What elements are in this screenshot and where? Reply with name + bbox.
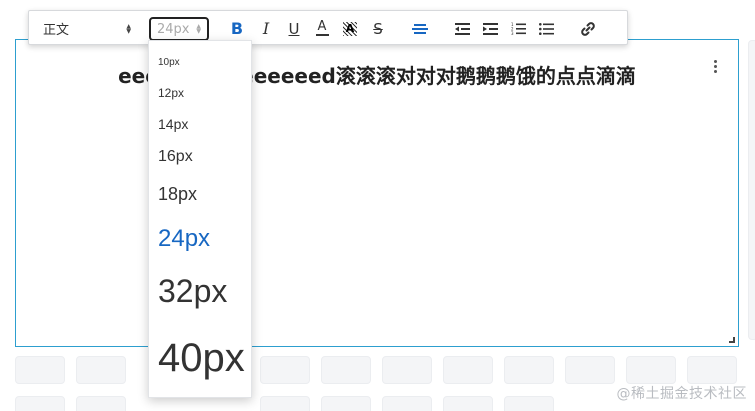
background-tile [15,356,65,384]
link-icon[interactable] [577,11,599,46]
underline-icon[interactable]: U [283,11,305,46]
background-tile [76,356,126,384]
indent-decrease-icon[interactable] [451,11,473,46]
background-tile [260,356,310,384]
background-tile [260,396,310,411]
font-size-option-18px[interactable]: 18px [158,184,197,205]
font-size-option-12px[interactable]: 12px [158,86,184,100]
editor-toolbar: 正文 ▲ ▼ 24px ▲ ▼ B I U A A S 123 [28,10,628,45]
background-tile [443,396,493,411]
background-tile [504,396,554,411]
background-tile [321,356,371,384]
select-arrows-icon: ▲ ▼ [126,22,131,35]
select-arrows-icon: ▲ ▼ [196,23,201,35]
font-size-dropdown: 10px 12px 14px 16px 18px 24px 32px 40px [148,40,252,398]
font-size-option-24px[interactable]: 24px [158,225,210,253]
align-center-icon[interactable] [409,11,431,46]
font-size-select[interactable]: 24px ▲ ▼ [149,17,209,41]
ordered-list-icon[interactable]: 123 [507,11,529,46]
svg-text:3: 3 [511,31,514,35]
background-color-icon[interactable]: A [339,11,361,46]
background-tile [687,356,737,384]
background-tile [382,396,432,411]
background-tile [76,396,126,411]
background-tile [321,396,371,411]
font-size-select-value: 24px [157,21,190,37]
editor-content[interactable]: eeeeeeeeeeeeeeed滚滚滚对对对鹅鹅鹅饿的点点滴滴 [16,60,738,89]
background-tile [565,356,615,384]
font-size-option-14px[interactable]: 14px [158,116,188,132]
background-tile [748,40,755,340]
font-size-option-32px[interactable]: 32px [158,273,227,310]
background-tile [15,396,65,411]
font-size-option-40px[interactable]: 40px [158,336,245,381]
indent-increase-icon[interactable] [479,11,501,46]
font-color-icon[interactable]: A [311,11,333,46]
font-size-option-16px[interactable]: 16px [158,148,193,166]
strikethrough-icon[interactable]: S [367,11,389,46]
editor-area[interactable]: eeeeeeeeeeeeeeed滚滚滚对对对鹅鹅鹅饿的点点滴滴 [15,39,739,347]
more-vertical-icon[interactable] [714,60,718,74]
font-size-option-10px[interactable]: 10px [158,57,180,68]
watermark: @稀土掘金技术社区 [616,386,747,402]
italic-icon[interactable]: I [255,11,277,46]
heading-select[interactable]: 正文 ▲ ▼ [43,11,131,46]
resize-handle-icon[interactable] [729,337,735,343]
background-tile [443,356,493,384]
background-tile [504,356,554,384]
background-tile [626,356,676,384]
heading-select-value: 正文 [43,23,70,38]
unordered-list-icon[interactable] [535,11,557,46]
background-tile [382,356,432,384]
